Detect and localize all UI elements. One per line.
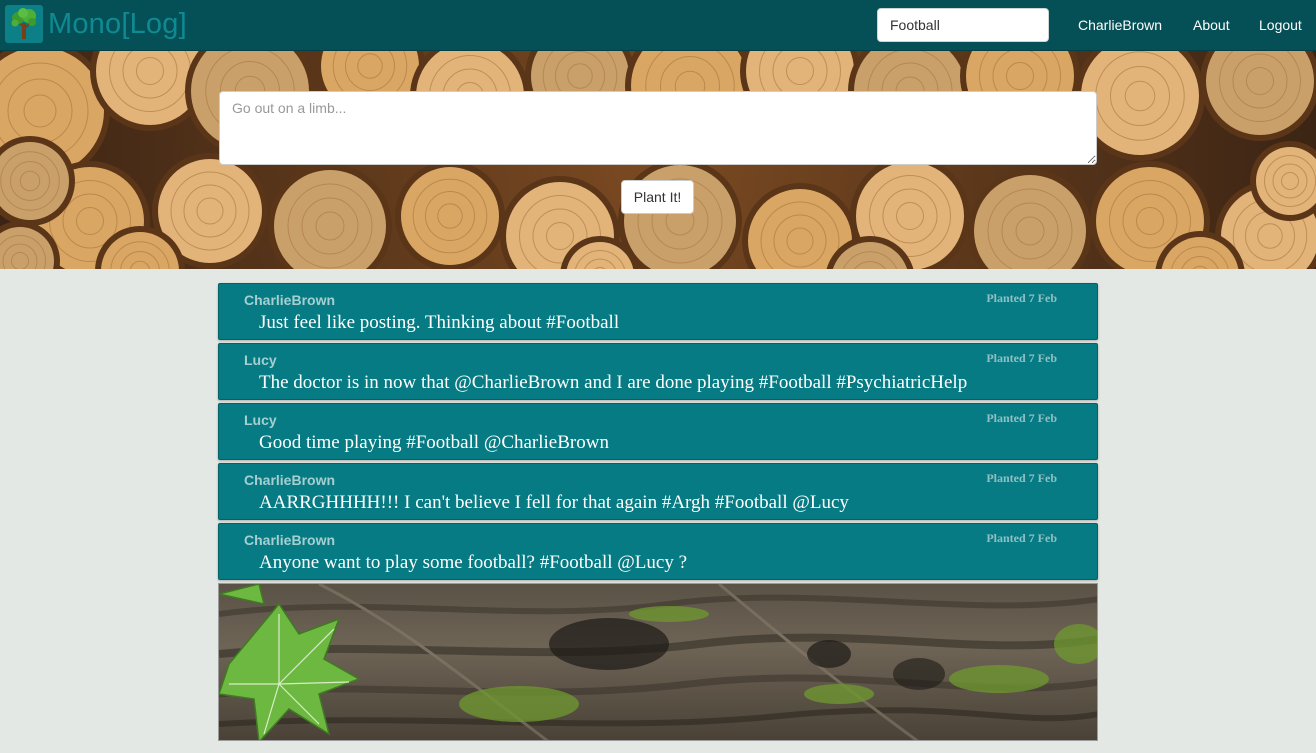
post-date: Planted 7 Feb [986,471,1057,485]
post-author[interactable]: CharlieBrown [244,472,335,488]
post-item: CharlieBrown Planted 7 Feb Just feel lik… [218,283,1098,340]
post-feed: CharlieBrown Planted 7 Feb Just feel lik… [218,283,1098,583]
post-text: Good time playing #Football @CharlieBrow… [259,432,609,453]
bark-decorative-image [218,583,1098,741]
post-date: Planted 7 Feb [986,351,1057,365]
search-input[interactable] [877,8,1049,42]
brand-name: Mono[Log] [48,8,187,40]
post-author[interactable]: CharlieBrown [244,532,335,548]
brand-link[interactable]: Mono[Log] [5,5,187,43]
hero-banner: Plant It! [0,51,1316,269]
post-composer-textarea[interactable] [219,91,1097,165]
post-text: AARRGHHHH!!! I can't believe I fell for … [259,492,849,513]
post-date: Planted 7 Feb [986,291,1057,305]
post-item: Lucy Planted 7 Feb The doctor is in now … [218,343,1098,400]
post-text: Just feel like posting. Thinking about #… [259,312,620,333]
post-text: Anyone want to play some football? #Foot… [259,552,688,573]
post-item: CharlieBrown Planted 7 Feb AARRGHHHH!!! … [218,463,1098,520]
post-author[interactable]: Lucy [244,352,277,368]
post-item: Lucy Planted 7 Feb Good time playing #Fo… [218,403,1098,460]
plant-button[interactable]: Plant It! [621,180,694,214]
post-date: Planted 7 Feb [986,411,1057,425]
post-date: Planted 7 Feb [986,531,1057,545]
post-text: The doctor is in now that @CharlieBrown … [259,372,968,393]
nav-about-link[interactable]: About [1193,0,1230,51]
nav-logout-link[interactable]: Logout [1259,0,1302,51]
post-author[interactable]: Lucy [244,412,277,428]
nav-user-link[interactable]: CharlieBrown [1078,0,1162,51]
post-author[interactable]: CharlieBrown [244,292,335,308]
navbar: Mono[Log] CharlieBrown About Logout [0,0,1316,51]
tree-icon [5,5,43,43]
post-item: CharlieBrown Planted 7 Feb Anyone want t… [218,523,1098,580]
